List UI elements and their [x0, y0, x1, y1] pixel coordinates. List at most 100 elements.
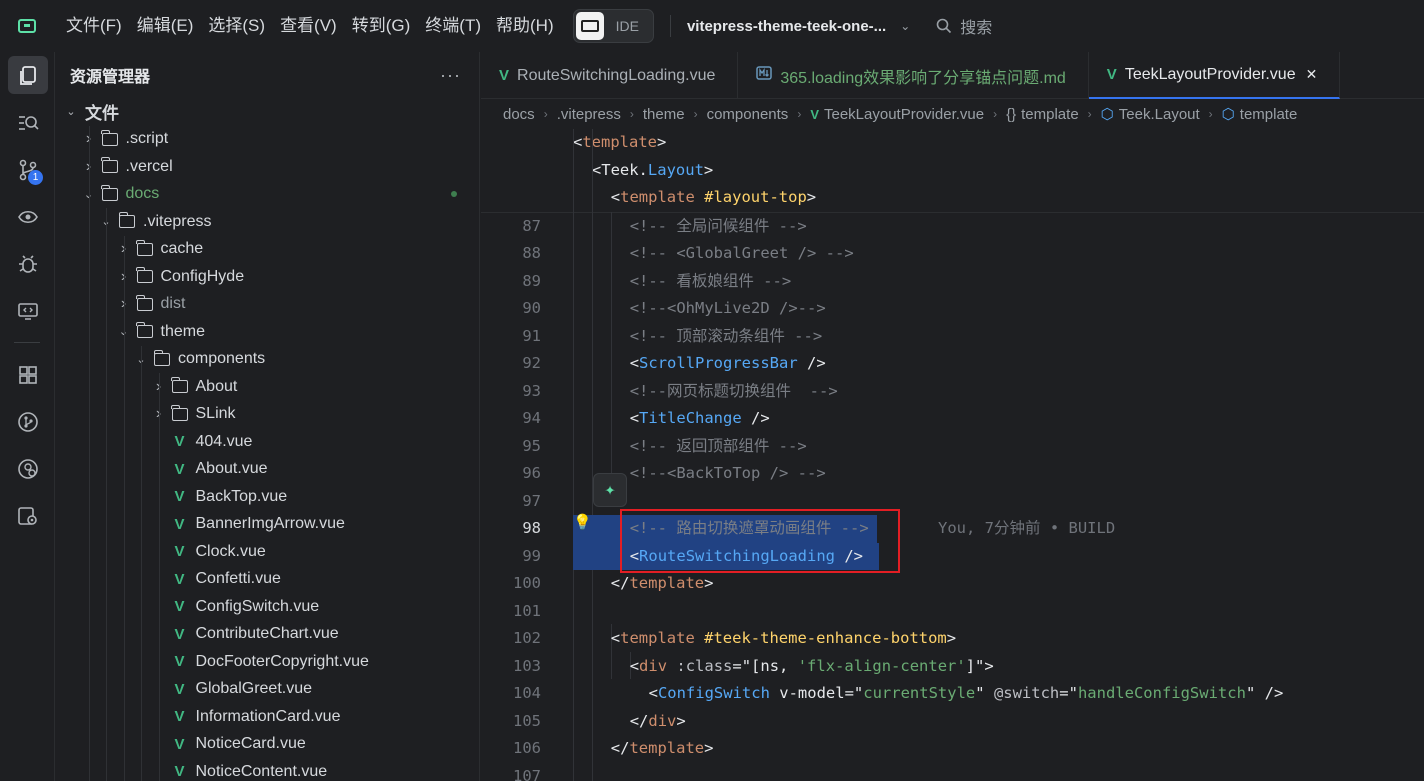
code-line[interactable]: 93 <!--网页标题切换组件 --> [481, 378, 1424, 406]
menu-item[interactable]: 选择(S) [202, 10, 274, 42]
code-line[interactable]: 106 </template> [481, 735, 1424, 763]
folder-item[interactable]: ›SLink [55, 400, 479, 429]
folder-item[interactable]: ›ConfigHyde [55, 263, 479, 291]
sticky-line[interactable]: <template> [481, 129, 1424, 157]
code-line[interactable]: 89 <!-- 看板娘组件 --> [481, 268, 1424, 296]
folder-item[interactable]: ›About [55, 373, 479, 401]
menu-item[interactable]: 帮助(H) [490, 10, 563, 42]
settings-sync-activity[interactable] [0, 445, 55, 492]
sticky-line[interactable]: <template #layout-top> [481, 184, 1424, 212]
tab-3[interactable]: V TeekLayoutProvider.vue ✕ [1088, 52, 1341, 99]
code-line[interactable]: 105 </div> [481, 708, 1424, 736]
code-text: <ScrollProgressBar /> [629, 354, 826, 372]
code-editor[interactable]: <template> <Teek.Layout> <template #layout… [481, 129, 1424, 781]
indent-guide [106, 510, 107, 539]
preview-activity[interactable] [0, 193, 55, 240]
code-line[interactable]: 88 <!-- <GlobalGreet /> --> [481, 240, 1424, 268]
sticky-line[interactable]: <Teek.Layout> [481, 156, 1424, 184]
file-item[interactable]: V BannerImgArrow.vue [55, 510, 479, 539]
breadcrumb-item[interactable]: {} template [1006, 106, 1079, 123]
vue-file-icon: V [174, 570, 185, 588]
code-line[interactable]: 94 <TitleChange /> [481, 405, 1424, 433]
code-line[interactable]: 90 <!--<OhMyLive2D />--> [481, 295, 1424, 323]
indent-guide [106, 703, 107, 731]
file-item[interactable]: V NoticeContent.vue [55, 758, 479, 781]
indent-guide [141, 730, 142, 759]
folder-item[interactable]: ›.script [55, 125, 479, 154]
grid-icon [18, 365, 37, 384]
extensions-activity[interactable] [0, 351, 55, 398]
tab-1[interactable]: V RouteSwitchingLoading.vue [481, 52, 739, 99]
code-line[interactable]: 102 <template #teek-theme-enhance-bottom> [481, 625, 1424, 653]
code-line[interactable]: 95 <!-- 返回顶部组件 --> [481, 433, 1424, 461]
breadcrumb-item[interactable]: ⬡ template [1222, 105, 1298, 123]
folder-item[interactable]: ›cache [55, 235, 479, 264]
file-item[interactable]: V GlobalGreet.vue [55, 675, 479, 704]
debug-activity[interactable] [0, 240, 55, 287]
folder-item[interactable]: ⌄theme [55, 318, 479, 346]
ide-mode-toggle[interactable]: IDE [572, 9, 654, 43]
indent-guide [88, 125, 90, 154]
indent-guide [123, 400, 125, 429]
folder-item[interactable]: ⌄docs [55, 180, 479, 209]
menu-item[interactable]: 文件(F) [60, 10, 131, 42]
breadcrumb-item[interactable]: V TeekLayoutProvider.vue [810, 106, 984, 123]
git-graph-activity[interactable] [0, 398, 55, 445]
lightbulb-icon[interactable]: 💡 [573, 509, 592, 537]
line-number: 99 [522, 546, 541, 565]
code-line[interactable]: 103 <div :class="[ns, 'flx-align-center']… [481, 653, 1424, 681]
tree-item-label: dist [160, 295, 186, 313]
folder-item[interactable]: ⌄.vitepress [55, 208, 479, 236]
code-text: <template> [573, 133, 667, 151]
code-line[interactable]: 100 </template> [481, 570, 1424, 598]
code-line[interactable]: 87 <!-- 全局问候组件 --> [481, 213, 1424, 241]
indent-guide [123, 620, 125, 649]
line-number: 107 [513, 766, 541, 781]
search-box[interactable]: 搜索 [936, 14, 992, 38]
explorer-activity[interactable] [0, 52, 55, 99]
folder-item[interactable]: ›dist [55, 290, 479, 319]
code-line[interactable]: 92 <ScrollProgressBar /> [481, 350, 1424, 378]
breadcrumb-item[interactable]: docs [503, 106, 535, 123]
file-item[interactable]: V NoticeCard.vue [55, 730, 479, 759]
breadcrumb-item[interactable]: .vitepress [557, 106, 621, 123]
app-logo-icon[interactable] [0, 0, 54, 52]
more-actions-icon[interactable]: ··· [440, 65, 461, 86]
indent-guide [106, 565, 107, 594]
tab-2[interactable]: 365.loading效果影响了分享锚点问题.md [738, 52, 1089, 99]
sparkle-icon[interactable]: ✦ [593, 472, 627, 507]
file-item[interactable]: V DocFooterCopyright.vue [55, 648, 479, 676]
folder-icon [100, 129, 120, 147]
breadcrumb-item[interactable]: ⬡ Teek.Layout [1101, 105, 1200, 123]
code-line[interactable]: 91 <!-- 顶部滚动条组件 --> [481, 323, 1424, 351]
code-text: <ConfigSwitch v-model="currentStyle" @sw… [648, 684, 1284, 702]
folder-item[interactable]: ⌄ 文件 [55, 98, 479, 126]
code-line[interactable]: 107 [481, 763, 1424, 781]
menu-item[interactable]: 转到(G) [346, 10, 420, 42]
close-icon[interactable]: ✕ [1306, 66, 1318, 83]
menu-item[interactable]: 终端(T) [419, 10, 490, 42]
file-item[interactable]: V InformationCard.vue [55, 703, 479, 731]
search-activity[interactable] [0, 99, 55, 146]
remote-activity[interactable] [0, 287, 55, 334]
image-settings-activity[interactable] [0, 492, 55, 539]
tree-item-label: NoticeContent.vue [195, 762, 328, 780]
file-item[interactable]: V Clock.vue [55, 538, 479, 566]
file-item[interactable]: V Confetti.vue [55, 565, 479, 594]
project-switcher[interactable]: vitepress-theme-teek-one-... ⌄ [687, 18, 910, 35]
code-line[interactable]: 101 [481, 598, 1424, 626]
source-control-activity[interactable]: 1 [0, 146, 55, 193]
breadcrumb-item[interactable]: theme [643, 106, 685, 123]
folder-item[interactable]: ›.vercel [55, 153, 479, 181]
file-item[interactable]: V BackTop.vue [55, 483, 479, 511]
chevron-down-icon[interactable]: ⌄ [63, 105, 79, 118]
file-item[interactable]: V ConfigSwitch.vue [55, 593, 479, 621]
breadcrumb-item[interactable]: components [707, 106, 789, 123]
menu-item[interactable]: 查看(V) [274, 10, 346, 42]
file-item[interactable]: V About.vue [55, 455, 479, 484]
folder-item[interactable]: ⌄components [55, 345, 479, 374]
menu-item[interactable]: 编辑(E) [131, 10, 203, 42]
file-item[interactable]: V 404.vue [55, 428, 479, 456]
code-line[interactable]: 104 <ConfigSwitch v-model="currentStyle" … [481, 680, 1424, 708]
file-item[interactable]: V ContributeChart.vue [55, 620, 479, 649]
